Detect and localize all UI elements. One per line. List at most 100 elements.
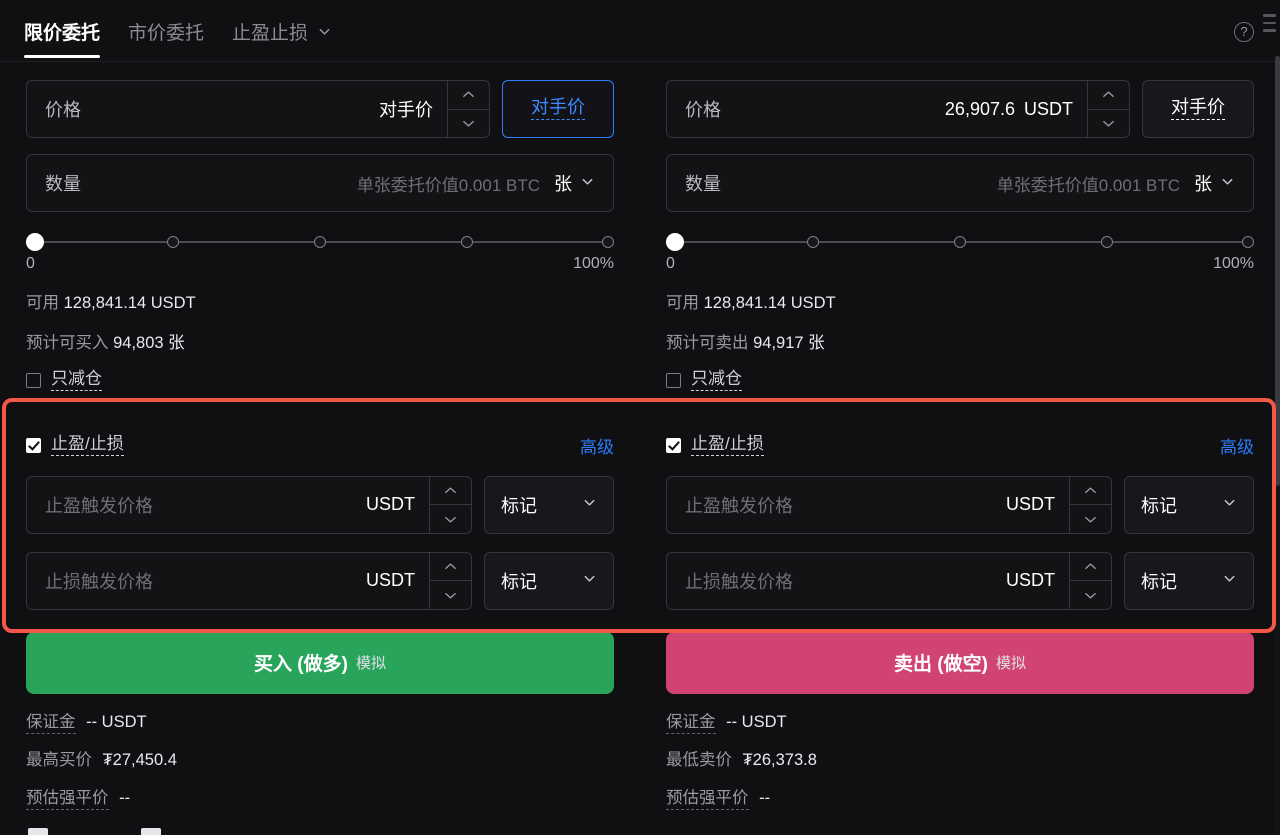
sell-reduce-only-checkbox[interactable]: 只减仓 — [666, 370, 1254, 391]
sell-column: 价格 26,907.6 USDT 对手价 数量 单张委托价值0.001 BTC … — [640, 62, 1280, 810]
buy-amount-slider[interactable] — [26, 233, 614, 251]
buy-price-increment-button[interactable] — [448, 81, 489, 109]
sell-price-input[interactable]: 价格 26,907.6 USDT — [666, 80, 1130, 138]
buy-price-spinner — [447, 81, 489, 137]
sell-stop-loss-input[interactable]: 止损触发价格 USDT — [666, 551, 1112, 610]
buy-tpsl-advanced-link[interactable]: 高级 — [580, 433, 614, 458]
buy-slider-mark-50[interactable] — [314, 236, 326, 248]
buy-price-value: 对手价 — [379, 100, 433, 120]
sell-price-decrement-button[interactable] — [1088, 108, 1129, 138]
buy-amount-input[interactable]: 数量 单张委托价值0.001 BTC 张 — [26, 154, 614, 212]
sell-slider-mark-100[interactable] — [1242, 236, 1254, 248]
vertical-scrollbar[interactable] — [1275, 56, 1280, 835]
sell-take-profit-spinner — [1069, 476, 1111, 533]
sell-amount-unit-select[interactable]: 张 — [1194, 170, 1235, 196]
sell-stop-loss-type-select[interactable]: 标记 — [1124, 551, 1254, 610]
buy-amount-unit-label: 张 — [554, 174, 572, 194]
help-icon[interactable]: ? — [1234, 22, 1254, 42]
sell-short-button[interactable]: 卖出 (做空) 模拟 — [666, 631, 1254, 694]
buy-slider-mark-75[interactable] — [461, 236, 473, 248]
bottom-checkbox-2[interactable] — [141, 828, 161, 835]
sell-amount-unit-label: 张 — [1194, 174, 1212, 194]
sell-slider-min-label: 0 — [666, 255, 675, 272]
buy-take-profit-unit: USDT — [366, 494, 415, 515]
buy-slider-handle[interactable] — [26, 233, 44, 251]
tab-limit-order[interactable]: 限价委托 — [24, 0, 114, 62]
buy-liquidation-line: 预估强平价 -- — [26, 784, 614, 810]
buy-margin-label: 保证金 — [26, 712, 76, 734]
buy-take-profit-input[interactable]: 止盈触发价格 USDT — [26, 475, 472, 534]
sell-slider-mark-75[interactable] — [1101, 236, 1113, 248]
menu-icon-line — [1263, 29, 1276, 32]
order-type-tabs: 限价委托 市价委托 止盈止损 — [0, 0, 346, 62]
buy-liquidation-value: -- — [119, 788, 131, 807]
tab-tpsl-order[interactable]: 止盈止损 — [218, 0, 346, 62]
tab-limit-order-label: 限价委托 — [24, 22, 101, 44]
buy-available-value: 128,841.14 USDT — [63, 294, 196, 312]
sell-reduce-only-box[interactable] — [666, 372, 681, 388]
buy-price-input[interactable]: 价格 对手价 — [26, 80, 490, 138]
buy-price-value-group: 对手价 — [379, 96, 447, 122]
buy-opponent-price-button[interactable]: 对手价 — [502, 80, 614, 138]
buy-reduce-only-box[interactable] — [26, 372, 41, 388]
buy-slider-mark-25[interactable] — [167, 236, 179, 248]
buy-stop-loss-type-select[interactable]: 标记 — [484, 551, 614, 610]
sell-tpsl-advanced-link[interactable]: 高级 — [1220, 433, 1254, 458]
sell-slider-handle[interactable] — [666, 233, 684, 251]
buy-opponent-price-label: 对手价 — [531, 98, 585, 120]
buy-stop-loss-increment-button[interactable] — [430, 553, 471, 581]
buy-stop-loss-input[interactable]: 止损触发价格 USDT — [26, 551, 472, 610]
sell-estimate-label: 预计可卖出 — [666, 334, 749, 352]
sell-take-profit-decrement-button[interactable] — [1070, 504, 1111, 533]
tab-market-order[interactable]: 市价委托 — [114, 0, 218, 62]
sell-price-label: 价格 — [685, 100, 721, 120]
buy-slider-min-label: 0 — [26, 255, 35, 272]
sell-take-profit-type-select[interactable]: 标记 — [1124, 475, 1254, 534]
sell-stop-loss-decrement-button[interactable] — [1070, 580, 1111, 609]
sell-slider-max-label: 100% — [1213, 255, 1254, 272]
sell-stop-loss-placeholder: 止损触发价格 — [685, 571, 793, 592]
sell-opponent-price-button[interactable]: 对手价 — [1142, 80, 1254, 138]
buy-limit-line: 最高买价 ₮27,450.4 — [26, 746, 614, 770]
buy-stop-loss-decrement-button[interactable] — [430, 580, 471, 609]
buy-take-profit-type-select[interactable]: 标记 — [484, 475, 614, 534]
menu-icon[interactable] — [1263, 14, 1276, 32]
buy-margin-line: 保证金 -- USDT — [26, 708, 614, 734]
buy-take-profit-decrement-button[interactable] — [430, 504, 471, 533]
buy-price-decrement-button[interactable] — [448, 108, 489, 138]
tab-market-order-label: 市价委托 — [128, 22, 205, 44]
sell-price-increment-button[interactable] — [1088, 81, 1129, 109]
buy-limit-value: ₮27,450.4 — [102, 750, 177, 769]
sell-stop-loss-type-label: 标记 — [1141, 571, 1177, 592]
sell-slider-mark-25[interactable] — [807, 236, 819, 248]
sell-tpsl-header: 止盈/止损 高级 — [666, 433, 1254, 458]
buy-take-profit-increment-button[interactable] — [430, 477, 471, 505]
bottom-checkbox-1[interactable] — [28, 828, 48, 835]
sell-limit-label: 最低卖价 — [666, 750, 732, 769]
order-columns: 价格 对手价 对手价 数量 单张委托价值0.001 BTC 张 0 100% 可… — [0, 62, 1280, 810]
sell-slider-mark-50[interactable] — [954, 236, 966, 248]
buy-slider-mark-100[interactable] — [602, 236, 614, 248]
sell-stop-loss-increment-button[interactable] — [1070, 553, 1111, 581]
help-icon-glyph: ? — [1240, 24, 1248, 39]
buy-reduce-only-checkbox[interactable]: 只减仓 — [26, 370, 614, 391]
sell-take-profit-row: 止盈触发价格 USDT 标记 — [666, 475, 1254, 534]
sell-available-value: 128,841.14 USDT — [703, 294, 836, 312]
buy-tpsl-checkbox[interactable] — [26, 437, 41, 453]
buy-column: 价格 对手价 对手价 数量 单张委托价值0.001 BTC 张 0 100% 可… — [0, 62, 640, 810]
buy-estimate-value: 94,803 张 — [113, 334, 185, 352]
sell-limit-line: 最低卖价 ₮26,373.8 — [666, 746, 1254, 770]
scrollbar-thumb[interactable] — [1275, 56, 1280, 486]
sell-take-profit-increment-button[interactable] — [1070, 477, 1111, 505]
sell-tpsl-title: 止盈/止损 — [691, 435, 764, 456]
buy-amount-unit-select[interactable]: 张 — [554, 170, 595, 196]
sell-opponent-price-label: 对手价 — [1171, 98, 1225, 120]
sell-amount-input[interactable]: 数量 单张委托价值0.001 BTC 张 — [666, 154, 1254, 212]
buy-available-label: 可用 — [26, 294, 59, 312]
sell-margin-value: -- USDT — [726, 712, 787, 731]
buy-long-button[interactable]: 买入 (做多) 模拟 — [26, 631, 614, 694]
sell-tpsl-checkbox[interactable] — [666, 437, 681, 453]
buy-liquidation-label: 预估强平价 — [26, 788, 109, 810]
sell-take-profit-input[interactable]: 止盈触发价格 USDT — [666, 475, 1112, 534]
sell-amount-slider[interactable] — [666, 233, 1254, 251]
